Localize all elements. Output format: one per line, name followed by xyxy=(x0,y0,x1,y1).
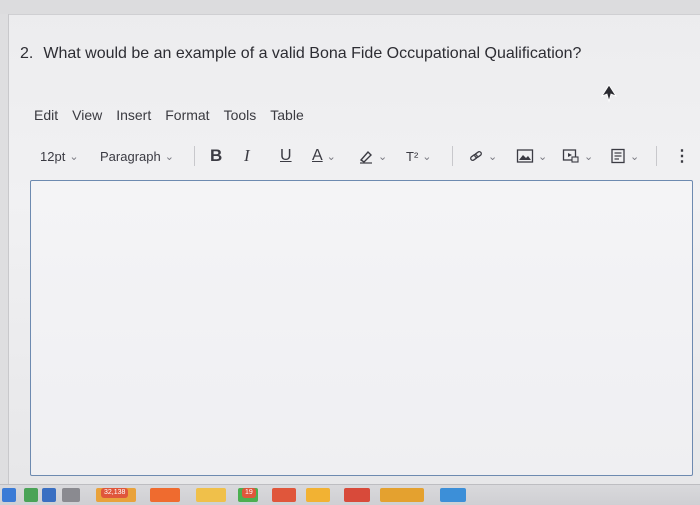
rich-text-editor[interactable] xyxy=(30,180,693,476)
chevron-down-icon: ⌄ xyxy=(538,150,548,163)
text-color-label: A xyxy=(312,147,323,164)
highlight-button[interactable]: ⌄ xyxy=(358,144,387,168)
image-icon xyxy=(516,149,534,163)
image-button[interactable]: ⌄ xyxy=(516,144,547,168)
chevron-down-icon: ⌄ xyxy=(69,150,79,163)
chevron-down-icon: ⌄ xyxy=(326,150,336,163)
link-button[interactable]: ⌄ xyxy=(468,144,497,168)
link-icon xyxy=(470,151,482,161)
chevron-down-icon: ⌄ xyxy=(488,150,498,163)
highlighter-icon xyxy=(359,150,372,164)
taskbar: 32,138 19 xyxy=(0,484,700,505)
document-button[interactable]: ⌄ xyxy=(610,144,639,168)
menubar: Edit View Insert Format Tools Table xyxy=(34,107,318,125)
taskbar-app-icon[interactable] xyxy=(440,488,466,502)
menu-tools[interactable]: Tools xyxy=(224,107,257,125)
toolbar-divider xyxy=(656,146,657,166)
bold-label: B xyxy=(210,146,223,165)
italic-label: I xyxy=(244,146,250,165)
menu-edit[interactable]: Edit xyxy=(34,107,58,125)
taskbar-badge: 19 xyxy=(242,488,256,498)
toolbar-divider xyxy=(194,146,195,166)
more-options-icon: ⋮ xyxy=(674,148,690,165)
taskbar-app-icon[interactable] xyxy=(2,488,16,502)
taskbar-badge: 32,138 xyxy=(101,488,129,498)
taskbar-app-icon[interactable] xyxy=(62,488,80,502)
text-color-button[interactable]: A ⌄ xyxy=(312,144,336,168)
document-icon xyxy=(611,148,625,164)
menu-view[interactable]: View xyxy=(72,107,102,125)
paragraph-select[interactable]: Paragraph ⌄ xyxy=(100,144,174,168)
menu-table[interactable]: Table xyxy=(270,107,303,125)
window-left-edge xyxy=(0,14,9,484)
bold-button[interactable]: B xyxy=(210,144,222,168)
menu-insert[interactable]: Insert xyxy=(116,107,151,125)
chevron-down-icon: ⌄ xyxy=(584,150,594,163)
window-top-edge xyxy=(0,0,700,15)
underline-label: U xyxy=(280,147,292,164)
editor-toolbar: 12pt ⌄ Paragraph ⌄ B I U A ⌄ ⌄ T² ⌄ ⌄ ⌄ … xyxy=(34,144,694,168)
media-icon xyxy=(562,149,579,163)
chevron-down-icon: ⌄ xyxy=(378,150,388,163)
question-text: What would be an example of a valid Bona… xyxy=(43,45,582,62)
chevron-down-icon: ⌄ xyxy=(164,150,174,163)
media-button[interactable]: ⌄ xyxy=(562,144,593,168)
menu-format[interactable]: Format xyxy=(165,107,209,125)
underline-button[interactable]: U xyxy=(280,144,292,168)
taskbar-app-icon[interactable] xyxy=(344,488,370,502)
superscript-button[interactable]: T² ⌄ xyxy=(406,144,432,168)
taskbar-app-icon[interactable] xyxy=(196,488,226,502)
superscript-label: T² xyxy=(406,148,419,164)
taskbar-app-icon[interactable] xyxy=(42,488,56,502)
question: 2. What would be an example of a valid Bo… xyxy=(20,45,680,63)
taskbar-app-icon[interactable] xyxy=(24,488,38,502)
font-size-value: 12pt xyxy=(40,148,66,164)
paragraph-value: Paragraph xyxy=(100,148,161,164)
page: 2. What would be an example of a valid Bo… xyxy=(0,0,700,505)
chevron-down-icon: ⌄ xyxy=(422,150,432,163)
italic-button[interactable]: I xyxy=(244,144,250,168)
taskbar-app-icon[interactable] xyxy=(380,488,424,502)
taskbar-app-icon[interactable] xyxy=(306,488,330,502)
toolbar-divider xyxy=(452,146,453,166)
more-options-button[interactable]: ⋮ xyxy=(674,144,690,168)
chevron-down-icon: ⌄ xyxy=(630,150,640,163)
question-number: 2. xyxy=(20,45,34,62)
font-size-select[interactable]: 12pt ⌄ xyxy=(40,144,79,168)
mouse-cursor-icon xyxy=(600,84,618,103)
taskbar-app-icon[interactable] xyxy=(272,488,296,502)
taskbar-app-icon[interactable] xyxy=(150,488,180,502)
